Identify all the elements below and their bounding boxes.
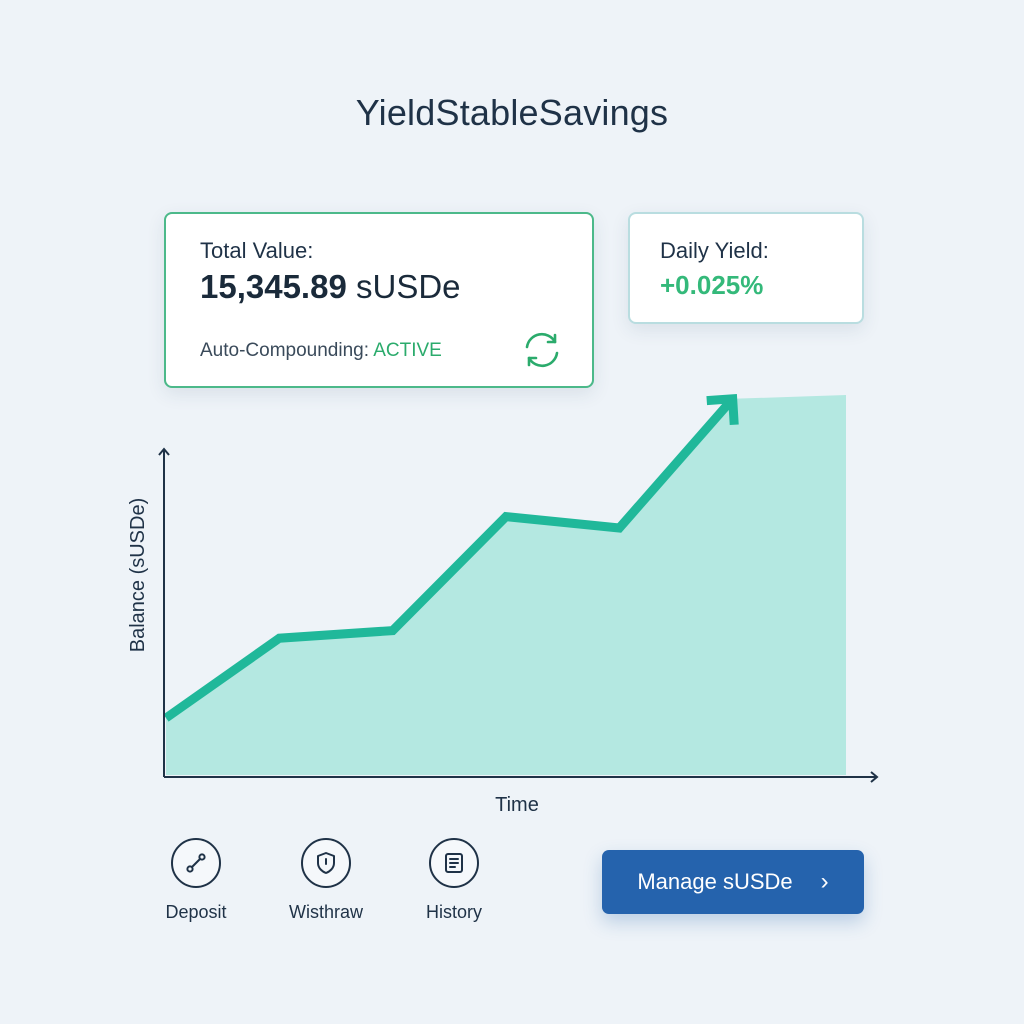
deposit-label: Deposit [165, 902, 227, 922]
deposit-action[interactable]: Deposit [136, 838, 256, 923]
history-action[interactable]: History [394, 838, 514, 923]
history-label: History [425, 902, 482, 922]
x-axis-label: Time [495, 794, 539, 816]
chart-area-fill [166, 395, 846, 775]
auto-compounding-status: Auto-Compounding: ACTIVE [200, 340, 442, 362]
daily-yield-card: Daily Yield: +0.025% [628, 212, 864, 324]
withdraw-label: Wisthraw [288, 902, 363, 922]
refresh-icon[interactable] [518, 326, 566, 374]
total-value-unit: sUSDe [355, 268, 461, 305]
total-value-number: 15,345.89 [200, 268, 347, 305]
quick-actions: Deposit Wisthraw History [0, 838, 1024, 958]
y-axis-label: Balance (sUSDe) [127, 498, 149, 653]
auto-compounding-value: ACTIVE [373, 340, 442, 361]
chevron-right-icon: › [820, 868, 829, 895]
balance-chart-svg: Time Balance (sUSDe) [127, 393, 879, 816]
shield-icon[interactable] [301, 838, 351, 888]
daily-yield-label: Daily Yield: [660, 238, 769, 263]
manage-susde-button[interactable]: Manage sUSDe › [602, 850, 864, 914]
manage-susde-label: Manage sUSDe [637, 869, 793, 894]
deposit-icon[interactable] [171, 838, 221, 888]
balance-chart: Time Balance (sUSDe) [110, 380, 910, 830]
app-title: YieldStableSavings [355, 92, 669, 133]
total-value-label: Total Value: [200, 238, 314, 263]
total-value-card: Total Value: 15,345.89 sUSDe Auto-Compou… [164, 212, 594, 388]
auto-compounding-label: Auto-Compounding: [200, 340, 369, 361]
document-icon[interactable] [429, 838, 479, 888]
total-value-amount: 15,345.89 sUSDe [200, 268, 461, 306]
withdraw-action[interactable]: Wisthraw [266, 838, 386, 923]
daily-yield-value: +0.025% [660, 270, 764, 300]
